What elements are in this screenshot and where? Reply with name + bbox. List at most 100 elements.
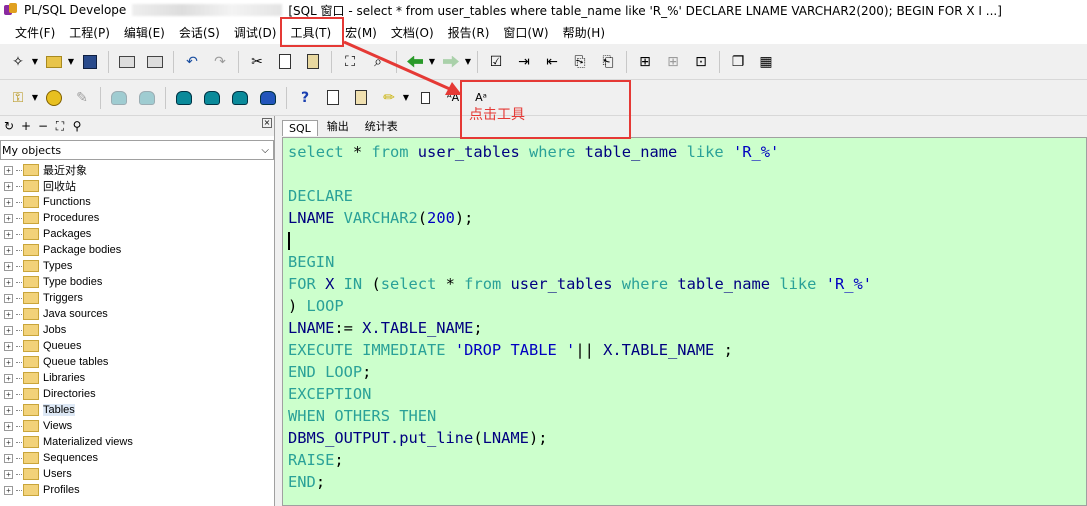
expand-icon[interactable]: + — [4, 453, 13, 463]
window-grid-icon[interactable]: ▦ — [754, 50, 778, 74]
expand-icon[interactable]: + — [4, 341, 13, 351]
code-line[interactable]: BEGIN — [288, 251, 1086, 273]
filter-icon[interactable]: ⚲ — [70, 119, 84, 133]
tree-node-procedures[interactable]: + Procedures — [0, 210, 274, 226]
expand-icon[interactable]: + — [4, 405, 13, 415]
chevron-down-icon[interactable]: ▼ — [427, 57, 437, 66]
expand-icon[interactable]: + — [4, 181, 13, 191]
help-icon[interactable]: ? — [293, 86, 317, 110]
find-icon[interactable]: ⛶ — [338, 50, 362, 74]
save-icon[interactable] — [78, 50, 102, 74]
print-preview-icon[interactable] — [143, 50, 167, 74]
tile-window-icon[interactable]: ⊞ — [633, 50, 657, 74]
highlighter-icon[interactable]: ✏ — [377, 86, 401, 110]
tree-node-directories[interactable]: + Directories — [0, 386, 274, 402]
expand-icon[interactable]: + — [4, 325, 13, 335]
expand-icon[interactable]: + — [4, 421, 13, 431]
tree-node-java-sources[interactable]: + Java sources — [0, 306, 274, 322]
new-icon[interactable]: ✧ — [6, 50, 30, 74]
chevron-down-icon[interactable]: ▼ — [30, 57, 40, 66]
code-line[interactable]: LNAME VARCHAR2(200); — [288, 207, 1086, 229]
find-next-icon[interactable]: ⌕ — [366, 50, 390, 74]
cascade-window-icon[interactable]: ⊡ — [689, 50, 713, 74]
menu-macro[interactable]: 宏(M) — [338, 22, 384, 43]
expand-icon[interactable]: + — [4, 213, 13, 223]
menu-session[interactable]: 会话(S) — [172, 22, 227, 43]
tab-sql[interactable]: SQL — [282, 120, 318, 136]
code-line[interactable]: EXCEPTION — [288, 383, 1086, 405]
code-line[interactable] — [288, 229, 1086, 251]
code-line[interactable]: LNAME:= X.TABLE_NAME; — [288, 317, 1086, 339]
tree-node-type-bodies[interactable]: + Type bodies — [0, 274, 274, 290]
database-refresh-icon[interactable] — [256, 86, 280, 110]
code-line[interactable]: RAISE; — [288, 449, 1086, 471]
code-line[interactable]: DBMS_OUTPUT.put_line(LNAME); — [288, 427, 1086, 449]
code-line[interactable]: END LOOP; — [288, 361, 1086, 383]
expand-icon[interactable]: + — [4, 261, 13, 271]
cut-icon[interactable]: ✂ — [245, 50, 269, 74]
text-case-icon[interactable]: ᴬA — [441, 86, 465, 110]
redo-icon[interactable]: ↷ — [208, 50, 232, 74]
break-icon[interactable]: ✎ — [70, 86, 94, 110]
chevron-down-icon[interactable]: ▼ — [463, 57, 473, 66]
remove-icon[interactable]: − — [36, 119, 50, 133]
properties-icon[interactable] — [349, 86, 373, 110]
tree-node-types[interactable]: + Types — [0, 258, 274, 274]
tree-node-triggers[interactable]: + Triggers — [0, 290, 274, 306]
import-icon[interactable]: ⎗ — [596, 50, 620, 74]
tree-node-tables[interactable]: + Tables — [0, 402, 274, 418]
expand-icon[interactable]: + — [4, 373, 13, 383]
undo-icon[interactable]: ↶ — [180, 50, 204, 74]
document-icon[interactable] — [321, 86, 345, 110]
menu-edit[interactable]: 编辑(E) — [117, 22, 172, 43]
menu-documents[interactable]: 文档(O) — [384, 22, 441, 43]
object-filter-select[interactable]: My objects ⌵ — [0, 140, 274, 160]
code-line[interactable] — [288, 163, 1086, 185]
code-line[interactable]: FOR X IN (select * from user_tables wher… — [288, 273, 1086, 295]
rollback-icon[interactable] — [135, 86, 159, 110]
expand-icon[interactable]: + — [4, 309, 13, 319]
code-line[interactable]: EXECUTE IMMEDIATE 'DROP TABLE '|| X.TABL… — [288, 339, 1086, 361]
expand-icon[interactable]: + — [4, 293, 13, 303]
expand-icon[interactable]: + — [4, 437, 13, 447]
tree-node-packages[interactable]: + Packages — [0, 226, 274, 242]
tree-node-jobs[interactable]: + Jobs — [0, 322, 274, 338]
expand-icon[interactable]: + — [4, 469, 13, 479]
expand-icon[interactable]: + — [4, 165, 13, 175]
menu-help[interactable]: 帮助(H) — [556, 22, 612, 43]
tree-node-recycle-bin[interactable]: + 回收站 — [0, 178, 274, 194]
tree-node-queues[interactable]: + Queues — [0, 338, 274, 354]
open-folder-icon[interactable] — [42, 50, 66, 74]
close-pane-icon[interactable]: × — [262, 118, 272, 128]
unindent-icon[interactable]: ⇤ — [540, 50, 564, 74]
indent-icon[interactable]: ⇥ — [512, 50, 536, 74]
expand-icon[interactable]: + — [4, 357, 13, 367]
code-line[interactable]: ) LOOP — [288, 295, 1086, 317]
code-line[interactable]: WHEN OTHERS THEN — [288, 405, 1086, 427]
expand-icon[interactable]: + — [4, 389, 13, 399]
tile-disabled-icon[interactable]: ⊞ — [661, 50, 685, 74]
expand-icon[interactable]: + — [4, 277, 13, 287]
print-icon[interactable] — [115, 50, 139, 74]
chevron-down-icon[interactable]: ▼ — [401, 93, 411, 102]
expand-icon[interactable]: + — [4, 229, 13, 239]
menu-debug[interactable]: 调试(D) — [227, 22, 284, 43]
sql-database-icon[interactable] — [200, 86, 224, 110]
tree-node-package-bodies[interactable]: + Package bodies — [0, 242, 274, 258]
beautify-doc-icon[interactable] — [413, 86, 437, 110]
menu-file[interactable]: 文件(F) — [8, 22, 62, 43]
expand-icon[interactable]: + — [4, 197, 13, 207]
code-line[interactable]: END; — [288, 471, 1086, 493]
menu-tools[interactable]: 工具(T) — [283, 22, 338, 43]
add-icon[interactable]: + — [19, 119, 33, 133]
key-icon[interactable]: ⚿ — [6, 86, 30, 110]
chevron-down-icon[interactable]: ▼ — [66, 57, 76, 66]
tree-node-materialized-views[interactable]: + Materialized views — [0, 434, 274, 450]
menu-window[interactable]: 窗口(W) — [496, 22, 555, 43]
chevron-down-icon[interactable]: ▼ — [30, 93, 40, 102]
tab-statistics[interactable]: 统计表 — [358, 116, 405, 136]
commit-icon[interactable] — [107, 86, 131, 110]
tree-node-views[interactable]: + Views — [0, 418, 274, 434]
windows-list-icon[interactable]: ❐ — [726, 50, 750, 74]
paste-icon[interactable] — [301, 50, 325, 74]
